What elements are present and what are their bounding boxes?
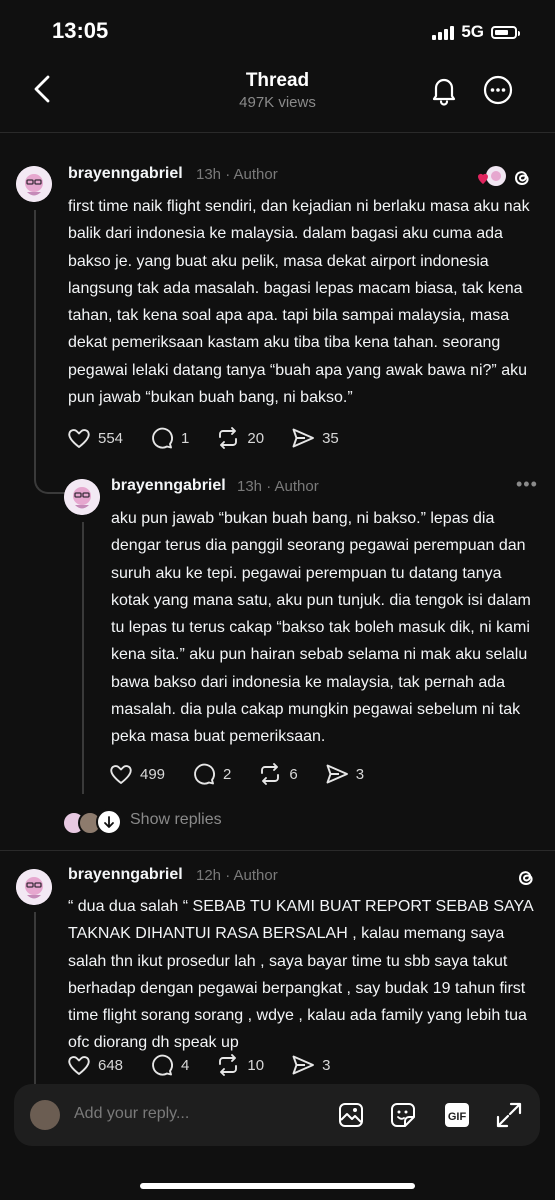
repost-button[interactable]: 20 — [215, 425, 264, 451]
reply-avatars[interactable] — [62, 809, 122, 835]
arrow-down-icon — [96, 809, 122, 835]
sticker-icon[interactable] — [388, 1100, 418, 1130]
svg-text:GIF: GIF — [448, 1111, 467, 1123]
reply-count: 2 — [223, 765, 232, 783]
like-count: 499 — [140, 765, 166, 783]
repost-button[interactable]: 6 — [257, 761, 298, 787]
avatar[interactable] — [64, 479, 100, 515]
expand-icon[interactable] — [494, 1100, 524, 1130]
repost-icon — [219, 427, 238, 449]
comment-button[interactable]: 1 — [149, 425, 189, 451]
comment-icon — [152, 427, 173, 449]
repost-icon — [219, 1054, 238, 1076]
repost-count: 10 — [247, 1056, 265, 1074]
threads-logo-icon[interactable] — [514, 866, 538, 890]
avatar[interactable] — [16, 166, 52, 202]
like-button[interactable]: 499 — [108, 761, 165, 787]
share-button[interactable]: 3 — [290, 1052, 330, 1078]
more-icon[interactable] — [482, 74, 514, 106]
repost-button[interactable]: 10 — [215, 1052, 264, 1078]
post-body: “ dua dua salah “ SEBAB TU KAMI BUAT REP… — [68, 898, 533, 1052]
author-label: Author — [274, 478, 319, 495]
post-body: first time naik flight sendiri, dan keja… — [68, 198, 530, 407]
avatar[interactable] — [16, 869, 52, 905]
author-label: Author — [233, 166, 278, 183]
battery-icon — [491, 25, 520, 39]
share-count: 3 — [322, 1056, 331, 1074]
like-count: 648 — [98, 1056, 124, 1074]
repost-count: 20 — [247, 429, 265, 447]
like-count: 554 — [98, 429, 124, 447]
status-indicators: 5G — [432, 22, 520, 42]
heart-icon — [110, 765, 132, 784]
repost-count: 6 — [289, 765, 298, 783]
author-label: Author — [233, 867, 278, 884]
post-more-button[interactable]: ••• — [516, 474, 538, 495]
threads-logo-icon[interactable] — [510, 166, 534, 190]
thread-connector — [34, 468, 66, 494]
post-body: aku pun jawab “bukan buah bang, ni bakso… — [111, 510, 531, 746]
post-actions: 499 2 6 3 — [108, 761, 390, 787]
reply-bar: Add your reply... GIF — [14, 1084, 540, 1146]
thread-line — [34, 912, 36, 1087]
username[interactable]: brayenngabriel — [68, 165, 183, 183]
status-bar: 13:05 5G — [0, 0, 555, 62]
comment-icon — [194, 763, 215, 785]
post-actions: 648 4 10 3 — [66, 1052, 356, 1078]
post-meta: 13h · Author — [196, 166, 278, 183]
bell-icon[interactable] — [428, 74, 460, 106]
status-time: 13:05 — [52, 18, 109, 43]
avatar — [30, 1100, 60, 1130]
page-title: Thread — [245, 70, 310, 91]
like-button[interactable]: 554 — [66, 425, 123, 451]
image-icon[interactable] — [336, 1100, 366, 1130]
share-icon — [292, 1055, 315, 1075]
signal-icon — [432, 24, 455, 40]
comment-icon — [152, 1054, 173, 1076]
repost-icon — [261, 763, 280, 785]
post-time: 12h — [196, 867, 222, 884]
views-count: 497K views — [239, 94, 316, 111]
share-count: 35 — [322, 429, 339, 447]
reply-count: 1 — [181, 429, 190, 447]
thread-header: Thread 497K views — [0, 62, 555, 132]
comment-button[interactable]: 4 — [149, 1052, 189, 1078]
show-replies-button[interactable]: Show replies — [130, 811, 222, 829]
share-button[interactable]: 35 — [290, 425, 339, 451]
post-time: 13h — [237, 478, 263, 495]
share-count: 3 — [355, 765, 365, 783]
like-button[interactable]: 648 — [66, 1052, 123, 1078]
heart-icon — [68, 1056, 90, 1075]
header-divider — [0, 132, 555, 133]
thread-line — [82, 522, 84, 794]
post-meta: 12h · Author — [196, 867, 278, 884]
comment-button[interactable]: 2 — [191, 761, 231, 787]
share-icon — [326, 764, 348, 784]
username[interactable]: brayenngabriel — [68, 866, 183, 884]
gif-icon[interactable]: GIF — [442, 1100, 472, 1130]
home-indicator — [140, 1183, 415, 1189]
post-time: 13h — [196, 166, 222, 183]
post-divider — [0, 850, 555, 851]
share-button[interactable]: 3 — [324, 761, 364, 787]
heart-icon — [478, 166, 506, 186]
thread-line — [34, 210, 36, 480]
heart-icon — [68, 429, 90, 448]
username[interactable]: brayenngabriel — [111, 477, 226, 495]
post-meta: 13h · Author — [237, 478, 319, 495]
liked-by-author-badge — [474, 164, 508, 190]
share-icon — [292, 428, 315, 448]
post-actions: 554 1 20 35 — [66, 425, 365, 451]
reply-count: 4 — [181, 1056, 190, 1074]
reply-input[interactable]: Add your reply... — [74, 1105, 189, 1123]
network-type: 5G — [461, 22, 484, 41]
